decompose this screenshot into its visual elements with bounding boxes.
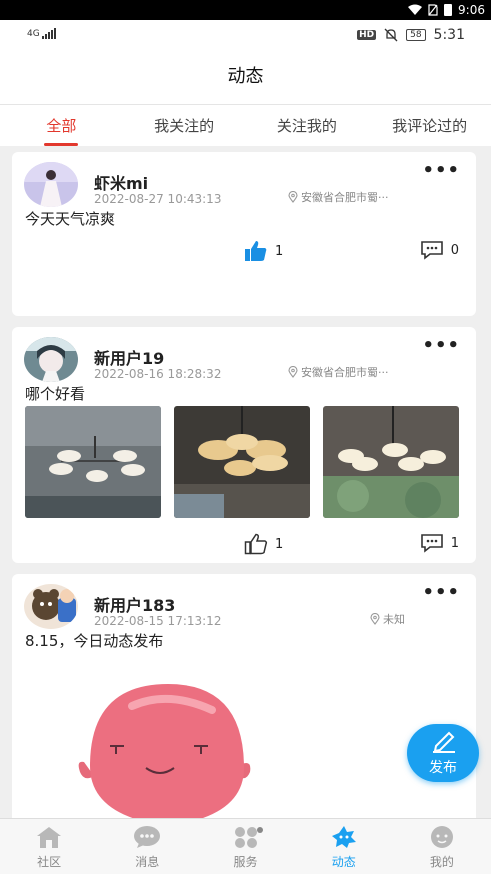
post-location: 未知: [370, 611, 405, 627]
system-time: 9:06: [458, 3, 485, 17]
chat-icon: [134, 826, 161, 848]
nav-profile[interactable]: 我的: [393, 819, 491, 874]
post-card[interactable]: 新用户183 2022-08-15 17:13:12 未知 ••• 8.15，今…: [12, 574, 476, 818]
signal-indicator: 4G: [27, 27, 56, 39]
mute-bell-icon: [384, 28, 398, 42]
tab-followers[interactable]: 关注我的: [246, 105, 369, 146]
grid-icon: [234, 827, 257, 848]
nav-label: 动态: [331, 855, 356, 869]
post-card[interactable]: 虾米mi 2022-08-27 10:43:13 安徽省合肥市蜀··· ••• …: [12, 152, 476, 316]
signal-icon: [41, 27, 56, 39]
comment-button[interactable]: 0: [420, 240, 459, 260]
no-sim-icon: [428, 4, 438, 16]
avatar[interactable]: [24, 584, 78, 629]
post-actions: 1 0: [12, 240, 476, 264]
post-photo-lamp-3[interactable]: [323, 406, 459, 518]
device-status-row: 4G HD 58 5:31: [0, 20, 491, 50]
like-button[interactable]: 1: [244, 240, 283, 262]
post-actions: 1 1: [12, 533, 476, 557]
filter-tabs: 全部 我关注的 关注我的 我评论过的: [0, 104, 491, 146]
app-header: 动态: [0, 50, 491, 104]
status-time: 5:31: [433, 27, 465, 43]
post-text: 8.15，今日动态发布: [25, 632, 164, 650]
nav-community[interactable]: 社区: [0, 819, 98, 874]
like-button[interactable]: 1: [244, 533, 283, 555]
more-options-icon[interactable]: •••: [422, 162, 460, 180]
location-pin-icon: [370, 613, 380, 625]
post-photo-lamp-2[interactable]: [174, 406, 310, 518]
wifi-icon: [408, 4, 423, 15]
post-time: 2022-08-27 10:43:13: [94, 192, 222, 206]
nav-moments[interactable]: 动态: [295, 819, 393, 874]
bottom-navigation: 社区 消息 服务 动态 我的: [0, 818, 491, 874]
page-title: 动态: [227, 66, 264, 87]
tab-following[interactable]: 我关注的: [123, 105, 246, 146]
home-icon: [37, 827, 62, 848]
publish-label: 发布: [429, 760, 457, 776]
comment-button[interactable]: 1: [420, 533, 459, 553]
like-count: 1: [275, 536, 284, 552]
nav-label: 消息: [135, 855, 160, 869]
battery-level: 58: [406, 29, 426, 41]
notification-dot: [257, 827, 264, 833]
avatar[interactable]: [24, 337, 78, 382]
nav-label: 我的: [429, 855, 454, 869]
location-pin-icon: [288, 366, 298, 378]
comment-count: 1: [450, 535, 459, 551]
location-text: 未知: [383, 613, 405, 626]
thumbs-up-filled-icon: [245, 241, 267, 261]
battery-icon: [444, 4, 453, 16]
nav-messages[interactable]: 消息: [98, 819, 196, 874]
comment-icon: [420, 534, 443, 553]
more-options-icon[interactable]: •••: [422, 337, 460, 355]
moments-feed[interactable]: 虾米mi 2022-08-27 10:43:13 安徽省合肥市蜀··· ••• …: [0, 146, 491, 818]
post-text: 今天天气凉爽: [25, 210, 116, 228]
location-text: 安徽省合肥市蜀···: [301, 191, 389, 204]
publish-button[interactable]: 发布: [407, 724, 479, 782]
location-text: 安徽省合肥市蜀···: [301, 366, 389, 379]
post-photo-lamp-1[interactable]: [25, 406, 161, 518]
post-image-character[interactable]: [72, 676, 262, 818]
thumbs-up-outline-icon: [244, 533, 268, 555]
post-location: 安徽省合肥市蜀···: [288, 189, 389, 205]
edit-pencil-icon: [433, 731, 455, 753]
more-options-icon[interactable]: •••: [422, 584, 460, 602]
network-label: 4G: [27, 29, 40, 39]
post-text: 哪个好看: [25, 385, 86, 403]
tab-all[interactable]: 全部: [0, 105, 123, 146]
avatar[interactable]: [24, 162, 78, 207]
post-card[interactable]: 新用户19 2022-08-16 18:28:32 安徽省合肥市蜀··· •••…: [12, 327, 476, 563]
hd-badge: HD: [357, 30, 377, 40]
comment-icon: [420, 241, 443, 260]
username[interactable]: 新用户183: [94, 592, 175, 616]
post-photos: [25, 406, 459, 518]
location-pin-icon: [288, 191, 298, 203]
nav-label: 社区: [37, 855, 62, 869]
username[interactable]: 虾米mi: [94, 170, 148, 194]
username[interactable]: 新用户19: [94, 345, 164, 369]
comment-count: 0: [450, 242, 459, 258]
post-time: 2022-08-16 18:28:32: [94, 367, 222, 381]
tab-commented[interactable]: 我评论过的: [368, 105, 491, 146]
moments-icon: [331, 826, 356, 848]
nav-services[interactable]: 服务: [196, 819, 294, 874]
post-location: 安徽省合肥市蜀···: [288, 364, 389, 380]
profile-icon: [430, 826, 453, 848]
nav-label: 服务: [233, 855, 258, 869]
post-time: 2022-08-15 17:13:12: [94, 614, 222, 628]
like-count: 1: [275, 243, 284, 259]
system-status-bar: 9:06: [0, 0, 491, 20]
